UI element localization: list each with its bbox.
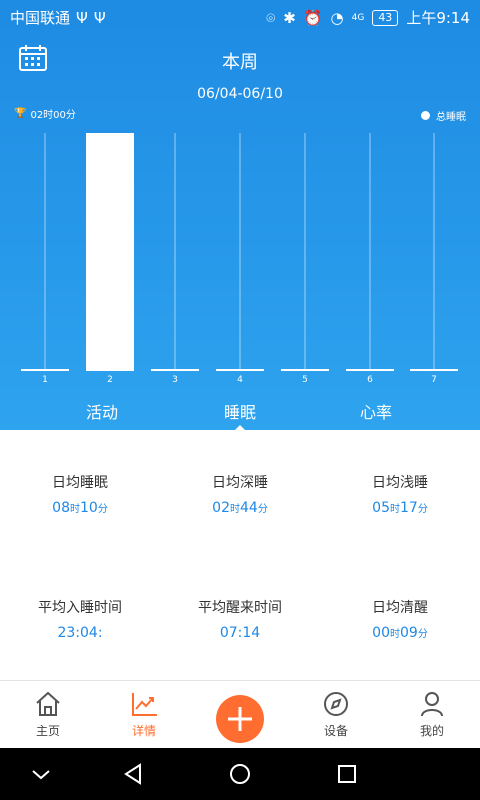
wifi-icon: ◔: [330, 8, 344, 27]
stat-value: 07:14: [219, 625, 261, 641]
sleep-chart: 1 2 3 4 5 6 7: [0, 130, 480, 390]
chart-tick-label: 1: [42, 375, 48, 385]
avg-time-label: 02时00分: [30, 110, 76, 121]
stat-value: 02时44分: [212, 500, 268, 516]
stats-panel: 日均睡眠 08时10分 日均深睡 02时44分 日均浅睡 05时17分 平均入睡…: [0, 430, 480, 680]
home-circle-icon[interactable]: [225, 762, 255, 786]
chart-tick-label: 6: [367, 375, 373, 385]
bottom-nav: 主页 详情 设备 我的: [0, 680, 480, 749]
tab-sleep[interactable]: 睡眠: [185, 399, 295, 423]
chart-bar[interactable]: [86, 133, 134, 370]
stat-value: 23:04:: [57, 625, 103, 641]
status-bar: 中国联通 Ψ Ψ ⌾ ✱ ⏰ ◔ 4G 43 上午9:14: [0, 0, 480, 32]
chart-tick-label: 2: [107, 375, 113, 385]
header: 本周: [0, 40, 480, 80]
stat-deep-sleep: 日均深睡 02时44分: [160, 472, 320, 516]
legend: 总睡眠: [421, 108, 466, 123]
home-icon: [36, 691, 60, 716]
stat-avg-wake: 平均醒来时间 07:14: [160, 597, 320, 641]
stat-label: 日均清醒: [372, 600, 428, 616]
chart-icon: [132, 693, 157, 716]
date-range[interactable]: 06/04-06/10: [0, 86, 480, 102]
bluetooth-icon: ✱: [283, 8, 296, 27]
chevron-down-icon[interactable]: [26, 762, 56, 786]
nav-devices[interactable]: 设备: [296, 689, 376, 739]
nav-home[interactable]: 主页: [8, 689, 88, 739]
nav-label: 详情: [131, 724, 156, 738]
chart-tick-label: 3: [172, 375, 178, 385]
nav-label: 主页: [35, 724, 60, 738]
stat-label: 日均睡眠: [52, 475, 108, 491]
stat-label: 日均浅睡: [372, 475, 428, 491]
page-title: 本周: [222, 52, 258, 73]
plus-icon: [228, 707, 252, 731]
compass-icon: [324, 692, 348, 716]
stat-label: 平均入睡时间: [38, 600, 122, 616]
usb-icon: Ψ: [76, 8, 88, 27]
nav-label: 设备: [323, 724, 348, 738]
stat-value: 05时17分: [372, 500, 428, 516]
stat-label: 日均深睡: [212, 475, 268, 491]
add-button[interactable]: [216, 695, 264, 743]
chart-tick-label: 4: [237, 375, 243, 385]
stat-daily-sleep: 日均睡眠 08时10分: [0, 472, 160, 516]
stat-avg-bedtime: 平均入睡时间 23:04:: [0, 597, 160, 641]
nav-profile[interactable]: 我的: [392, 689, 472, 739]
alarm-icon: ⏰: [303, 8, 323, 27]
stat-value: 00时09分: [372, 625, 428, 641]
legend-label: 总睡眠: [436, 112, 466, 123]
tab-activity[interactable]: 活动: [47, 399, 157, 423]
tabs: 活动 睡眠 心率: [0, 395, 480, 433]
chart-tick-label: 7: [431, 375, 437, 385]
carrier-text: 中国联通: [10, 9, 71, 27]
user-icon: [421, 692, 443, 717]
top-panel: 中国联通 Ψ Ψ ⌾ ✱ ⏰ ◔ 4G 43 上午9:14 本周 06/04-0…: [0, 0, 480, 433]
recents-icon[interactable]: [332, 762, 362, 786]
network-text: 4G: [351, 12, 365, 23]
trophy-icon: 🏆: [14, 108, 27, 119]
usb-icon: Ψ: [93, 8, 106, 27]
stat-value: 08时10分: [52, 500, 108, 516]
location-icon: ⌾: [266, 8, 276, 27]
avg-time: 🏆 02时00分: [14, 106, 76, 121]
nav-details[interactable]: 详情: [104, 689, 184, 739]
chart-svg: 1 2 3 4 5 6 7: [21, 133, 458, 385]
system-nav-bar: [0, 748, 480, 800]
stat-light-sleep: 日均浅睡 05时17分: [320, 472, 480, 516]
stat-daily-awake: 日均清醒 00时09分: [320, 597, 480, 641]
chart-tick-label: 5: [302, 375, 308, 385]
tab-heart-rate[interactable]: 心率: [321, 399, 431, 423]
time-text: 上午9:14: [406, 9, 470, 27]
nav-label: 我的: [419, 724, 444, 738]
back-icon[interactable]: [118, 762, 148, 786]
stat-label: 平均醒来时间: [198, 600, 282, 616]
legend-dot: [421, 111, 430, 120]
battery-indicator: 43: [372, 9, 399, 26]
